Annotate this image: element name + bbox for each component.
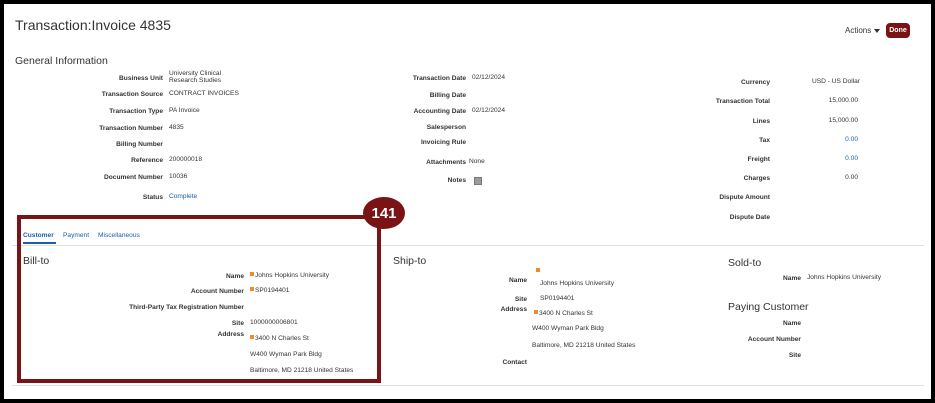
transaction-source-label: Transaction Source [101,91,163,98]
business-unit-label: Business Unit [119,75,163,82]
bill-to-name-value: Johns Hopkins University [250,272,329,279]
ship-to-address-line3: Baltimore, MD 21218 United States [532,342,636,349]
sold-to-name-label: Name [783,275,801,282]
tab-miscellaneous[interactable]: Miscellaneous [98,232,140,239]
invoice-page: Transaction:Invoice 4835 Actions Done Ge… [8,8,929,399]
bill-to-address-line1-text: 3400 N Charles St [255,335,309,342]
dispute-date-label: Dispute Date [729,214,770,221]
flag-icon [250,272,254,276]
done-button[interactable]: Done [886,23,910,38]
actions-label: Actions [845,26,872,35]
sold-to-title: Sold-to [728,257,762,269]
notes-icon[interactable] [474,177,482,185]
tax-value-link[interactable]: 0.00 [808,136,858,143]
transaction-total-value: 15,000.00 [828,97,858,104]
tax-label: Tax [759,137,770,144]
transaction-date-label: Transaction Date [412,75,466,82]
business-unit-value: University Clinical Research Studies [169,70,222,84]
attachments-label: Attachments [426,159,466,166]
sold-to-name-value: Johns Hopkins University [807,274,882,281]
currency-value: USD - US Dollar [812,78,860,85]
general-info-title: General Information [15,55,108,67]
transaction-number-value: 4835 [169,124,184,131]
notes-label: Notes [447,177,466,184]
transaction-date-value: 02/12/2024 [472,74,506,81]
reference-label: Reference [131,157,163,164]
paying-customer-title: Paying Customer [728,301,809,313]
bill-to-account-number-value: SP0194401 [250,287,289,294]
business-unit-value-line2: Research Studies [169,76,222,84]
ship-to-contact-label: Contact [502,359,527,366]
ship-to-site-value: SP0194401 [540,295,575,302]
tab-payment[interactable]: Payment [63,232,89,239]
ship-to-address-label: Address [500,306,527,313]
bill-to-address-label: Address [217,331,244,338]
bill-to-name-label: Name [226,273,244,280]
ship-to-name-label: Name [509,277,527,284]
currency-label: Currency [741,79,770,86]
billing-date-label: Billing Date [429,92,466,99]
chevron-down-icon [874,28,881,33]
freight-value-link[interactable]: 0.00 [808,155,858,162]
bottom-divider [12,385,924,386]
accounting-date-label: Accounting Date [413,108,466,115]
transaction-source-value: CONTRACT INVOICES [169,90,239,97]
transaction-type-value: PA Invoice [169,107,200,114]
bill-to-site-value: 1000000006801 [250,319,298,326]
ship-to-name-value: Johns Hopkins University [540,280,615,287]
charges-value: 0.00 [845,174,858,181]
attachments-value[interactable]: None [469,158,485,165]
ship-to-address-line1: 3400 N Charles St [534,310,593,317]
bill-to-site-label: Site [231,320,244,327]
tabs-divider [12,245,924,246]
document-number-value: 10036 [169,173,188,180]
page-title: Transaction:Invoice 4835 [15,17,171,33]
lines-label: Lines [752,118,770,125]
bill-to-account-number-text: SP0194401 [255,287,290,294]
actions-menu[interactable]: Actions [845,26,881,35]
paying-customer-name-label: Name [783,320,801,327]
bill-to-title: Bill-to [23,255,50,267]
screenshot-frame: Transaction:Invoice 4835 Actions Done Ge… [0,0,935,403]
lines-value: 15,000.00 [828,117,858,124]
bill-to-name-text: Johns Hopkins University [255,272,330,279]
ship-to-address-line1-text: 3400 N Charles St [539,310,593,317]
bill-to-address-line3: Baltimore, MD 21218 United States [250,367,354,374]
invoicing-rule-label: Invoicing Rule [420,139,466,146]
transaction-type-label: Transaction Type [109,108,163,115]
status-value-link[interactable]: Complete [169,193,197,200]
bill-to-address-line2: W400 Wyman Park Bldg [250,351,322,358]
tab-customer[interactable]: Customer [23,232,54,239]
accounting-date-value: 02/12/2024 [472,107,506,114]
flag-icon [250,287,254,291]
charges-label: Charges [743,175,770,182]
ship-to-address-line2: W400 Wyman Park Bldg [532,325,604,332]
salesperson-label: Salesperson [426,124,466,131]
flag-icon [250,335,254,339]
ship-to-title: Ship-to [393,255,427,267]
dispute-amount-label: Dispute Amount [719,194,770,201]
billing-number-label: Billing Number [116,141,163,148]
third-party-tax-label: Third-Party Tax Registration Number [129,304,244,311]
ship-to-site-label: Site [514,296,527,303]
reference-value: 200000018 [169,156,203,163]
callout-highlight-box [17,215,381,383]
flag-icon [534,310,538,314]
bill-to-address-line1: 3400 N Charles St [250,335,309,342]
transaction-number-label: Transaction Number [99,125,163,132]
active-tab-indicator [23,242,56,244]
transaction-total-label: Transaction Total [715,98,770,105]
paying-customer-account-number-label: Account Number [747,336,801,343]
status-label: Status [142,194,163,201]
callout-badge: 141 [363,197,405,229]
paying-customer-site-label: Site [788,352,801,359]
document-number-label: Document Number [104,174,163,181]
freight-label: Freight [747,156,770,163]
bill-to-account-number-label: Account Number [190,288,244,295]
